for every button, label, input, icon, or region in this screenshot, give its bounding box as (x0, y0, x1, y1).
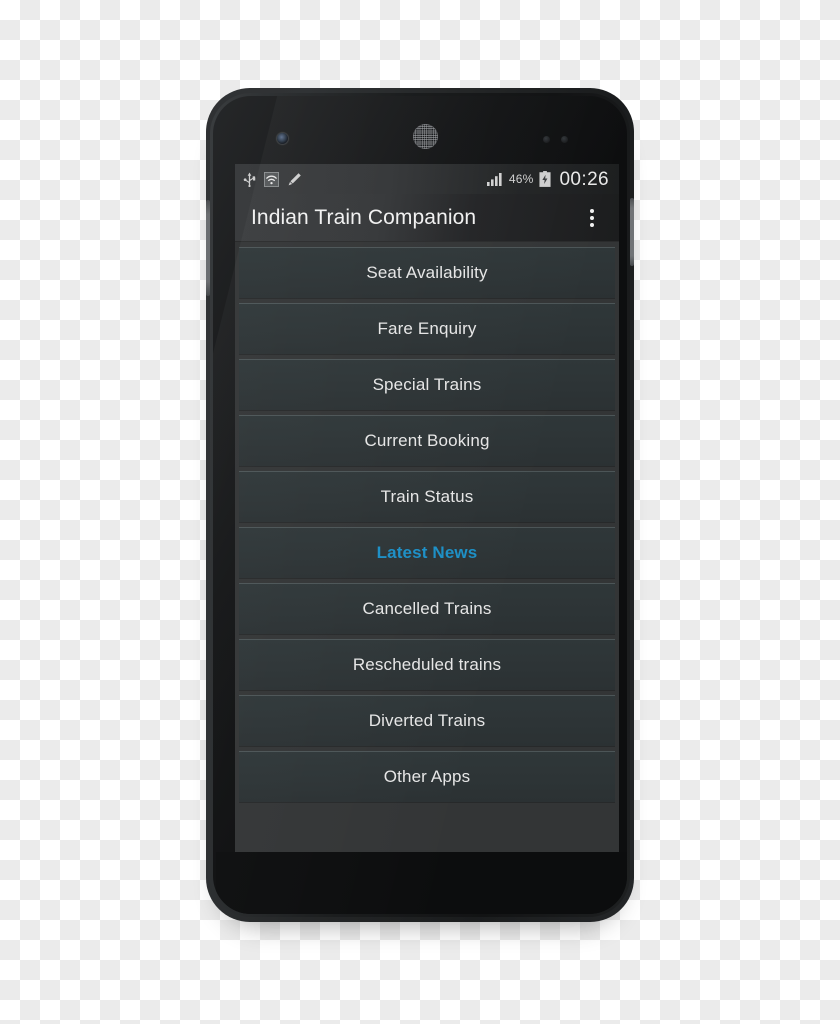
app-title: Indian Train Companion (251, 205, 477, 229)
menu-item-label: Current Booking (364, 431, 490, 450)
main-menu-list: Seat Availability Fare Enquiry Special T… (235, 242, 619, 852)
menu-item-rescheduled-trains[interactable]: Rescheduled trains (239, 639, 615, 690)
status-bar: 46% 00:26 (235, 164, 619, 194)
menu-item-fare-enquiry[interactable]: Fare Enquiry (239, 303, 615, 354)
overflow-menu-icon[interactable] (577, 199, 607, 237)
pencil-icon (287, 172, 302, 187)
menu-item-label: Cancelled Trains (362, 599, 492, 618)
menu-item-special-trains[interactable]: Special Trains (239, 359, 615, 410)
usb-icon (243, 172, 256, 187)
app-bar: Indian Train Companion (235, 194, 619, 242)
battery-charging-icon (539, 171, 552, 187)
front-camera-icon (277, 133, 288, 144)
phone-screen: 46% 00:26 Indian Train Companion Seat Av… (235, 164, 619, 852)
device-body: 46% 00:26 Indian Train Companion Seat Av… (206, 88, 634, 922)
device-front-face: 46% 00:26 Indian Train Companion Seat Av… (213, 96, 627, 914)
power-button[interactable] (630, 198, 634, 266)
android-phone-device: 46% 00:26 Indian Train Companion Seat Av… (206, 88, 634, 922)
wifi-icon (264, 171, 279, 187)
menu-item-label: Rescheduled trains (352, 655, 502, 674)
overflow-dot (590, 215, 594, 220)
device-top-sensors (213, 96, 627, 158)
overflow-dot (590, 222, 594, 227)
signal-bars-icon (486, 172, 503, 186)
status-bar-clock: 00:26 (559, 168, 609, 190)
menu-item-latest-news[interactable]: Latest News (239, 527, 615, 578)
menu-item-train-status[interactable]: Train Status (239, 471, 615, 522)
menu-item-label: Train Status (380, 487, 474, 506)
earpiece-speaker-icon (413, 124, 438, 149)
menu-item-label: Special Trains (372, 375, 482, 394)
overflow-dot (590, 208, 594, 213)
battery-percent-label: 46% (508, 172, 534, 186)
device-bottom-bezel (216, 852, 627, 914)
status-bar-left-icons (243, 171, 487, 187)
light-sensor-icon (561, 136, 568, 143)
menu-item-label: Latest News (376, 543, 478, 562)
menu-item-seat-availability[interactable]: Seat Availability (239, 247, 615, 298)
volume-rocker-button[interactable] (206, 200, 210, 296)
menu-item-cancelled-trains[interactable]: Cancelled Trains (239, 583, 615, 634)
menu-item-label: Other Apps (383, 767, 471, 786)
menu-item-label: Seat Availability (366, 263, 488, 282)
status-bar-right-icons: 46% 00:26 (486, 168, 609, 190)
menu-item-diverted-trains[interactable]: Diverted Trains (239, 695, 615, 746)
device-inner-frame: 46% 00:26 Indian Train Companion Seat Av… (210, 93, 630, 917)
proximity-sensor-icon (543, 136, 550, 143)
menu-item-current-booking[interactable]: Current Booking (239, 415, 615, 466)
menu-item-label: Fare Enquiry (377, 319, 477, 338)
menu-item-other-apps[interactable]: Other Apps (239, 751, 615, 802)
menu-item-label: Diverted Trains (368, 711, 486, 730)
